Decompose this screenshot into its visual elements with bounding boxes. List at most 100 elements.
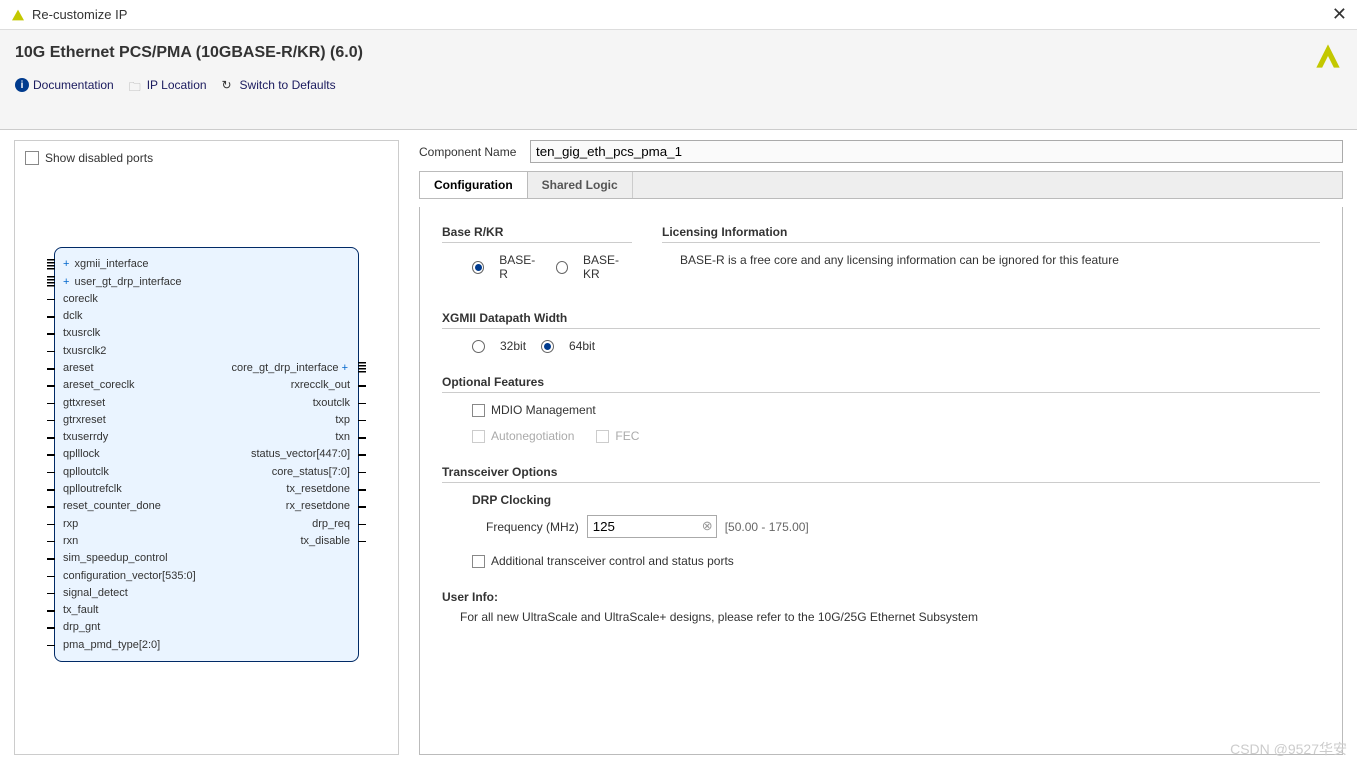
port-row: txusrclk2 bbox=[63, 342, 350, 359]
switch-defaults-link[interactable]: ↻ Switch to Defaults bbox=[222, 78, 336, 92]
port-left: gttxreset bbox=[63, 397, 105, 409]
add-transceiver-label: Additional transceiver control and statu… bbox=[491, 554, 734, 568]
radio-base-kr-label: BASE-KR bbox=[583, 253, 632, 281]
port-row: gtrxreset txp bbox=[63, 411, 350, 428]
drp-clocking-label: DRP Clocking bbox=[472, 493, 1320, 507]
license-text: BASE-R is a free core and any licensing … bbox=[662, 253, 1320, 267]
autoneg-label: Autonegotiation bbox=[491, 429, 574, 443]
port-left: areset_coreclk bbox=[63, 379, 135, 391]
refresh-icon: ↻ bbox=[222, 78, 236, 92]
port-left: rxn bbox=[63, 535, 78, 547]
folder-icon: 🗀 bbox=[129, 78, 143, 92]
documentation-link[interactable]: i Documentation bbox=[15, 78, 114, 92]
info-icon: i bbox=[15, 78, 29, 92]
transceiver-title: Transceiver Options bbox=[442, 465, 1320, 483]
radio-base-r[interactable] bbox=[472, 261, 484, 274]
port-row: txusrclk bbox=[63, 325, 350, 342]
close-button[interactable]: ✕ bbox=[1332, 4, 1347, 25]
port-row: sim_speedup_control bbox=[63, 550, 350, 567]
block-diagram: + xgmii_interface + user_gt_drp_interface… bbox=[25, 165, 388, 744]
port-row: tx_fault bbox=[63, 602, 350, 619]
right-panel: Component Name Configuration Shared Logi… bbox=[419, 140, 1343, 755]
show-disabled-label: Show disabled ports bbox=[45, 151, 153, 165]
port-row: reset_counter_done rx_resetdone bbox=[63, 498, 350, 515]
port-right: core_status[7:0] bbox=[272, 466, 350, 478]
license-title: Licensing Information bbox=[662, 225, 1320, 243]
add-transceiver-checkbox[interactable] bbox=[472, 555, 485, 568]
port-left: qplllock bbox=[63, 448, 100, 460]
port-row: drp_gnt bbox=[63, 619, 350, 636]
port-left: qplloutclk bbox=[63, 466, 109, 478]
freq-input[interactable] bbox=[587, 515, 717, 538]
port-right: core_gt_drp_interface + bbox=[231, 362, 350, 374]
app-logo-icon bbox=[10, 7, 26, 23]
radio-base-r-label: BASE-R bbox=[499, 253, 541, 281]
toolbar: i Documentation 🗀 IP Location ↻ Switch t… bbox=[15, 78, 1342, 92]
port-left: txuserrdy bbox=[63, 431, 108, 443]
mdio-checkbox[interactable] bbox=[472, 404, 485, 417]
component-name-input[interactable] bbox=[530, 140, 1343, 163]
radio-32bit-label: 32bit bbox=[500, 339, 526, 353]
port-left: txusrclk2 bbox=[63, 345, 106, 357]
port-left: coreclk bbox=[63, 293, 98, 305]
radio-64bit-label: 64bit bbox=[569, 339, 595, 353]
optional-title: Optional Features bbox=[442, 375, 1320, 393]
show-disabled-checkbox-row: Show disabled ports bbox=[25, 151, 388, 165]
radio-base-kr[interactable] bbox=[556, 261, 568, 274]
port-row: qplloutclk core_status[7:0] bbox=[63, 463, 350, 480]
base-title: Base R/KR bbox=[442, 225, 632, 243]
port-row: gttxreset txoutclk bbox=[63, 394, 350, 411]
fec-label: FEC bbox=[615, 429, 639, 443]
port-left: qplloutrefclk bbox=[63, 483, 122, 495]
port-left: configuration_vector[535:0] bbox=[63, 570, 196, 582]
main-body: Show disabled ports + xgmii_interface + u… bbox=[0, 130, 1357, 765]
component-name-label: Component Name bbox=[419, 145, 524, 159]
port-row: dclk bbox=[63, 307, 350, 324]
window-title: Re-customize IP bbox=[32, 7, 127, 22]
port-right: txoutclk bbox=[313, 397, 350, 409]
ip-block: + xgmii_interface + user_gt_drp_interface… bbox=[54, 247, 359, 663]
ip-title: 10G Ethernet PCS/PMA (10GBASE-R/KR) (6.0… bbox=[15, 44, 1342, 62]
port-left: tx_fault bbox=[63, 604, 98, 616]
switch-defaults-label: Switch to Defaults bbox=[240, 78, 336, 92]
port-row: configuration_vector[535:0] bbox=[63, 567, 350, 584]
port-right: txp bbox=[335, 414, 350, 426]
left-panel: Show disabled ports + xgmii_interface + u… bbox=[14, 140, 399, 755]
port-left: + user_gt_drp_interface bbox=[63, 276, 182, 288]
autoneg-checkbox bbox=[472, 430, 485, 443]
tab-configuration[interactable]: Configuration bbox=[420, 172, 528, 198]
port-left: dclk bbox=[63, 310, 83, 322]
port-row: + user_gt_drp_interface bbox=[63, 273, 350, 290]
port-row: coreclk bbox=[63, 290, 350, 307]
port-right: tx_resetdone bbox=[286, 483, 350, 495]
radio-32bit[interactable] bbox=[472, 340, 485, 353]
header: 10G Ethernet PCS/PMA (10GBASE-R/KR) (6.0… bbox=[0, 30, 1357, 130]
fec-checkbox bbox=[596, 430, 609, 443]
port-left: drp_gnt bbox=[63, 621, 100, 633]
width-title: XGMII Datapath Width bbox=[442, 311, 1320, 329]
documentation-label: Documentation bbox=[33, 78, 114, 92]
port-left: signal_detect bbox=[63, 587, 128, 599]
radio-64bit[interactable] bbox=[541, 340, 554, 353]
ip-location-link[interactable]: 🗀 IP Location bbox=[129, 78, 207, 92]
port-right: drp_req bbox=[312, 518, 350, 530]
port-left: sim_speedup_control bbox=[63, 552, 168, 564]
ip-location-label: IP Location bbox=[147, 78, 207, 92]
port-left: reset_counter_done bbox=[63, 500, 161, 512]
port-left: rxp bbox=[63, 518, 78, 530]
port-row: qplllock status_vector[447:0] bbox=[63, 446, 350, 463]
show-disabled-checkbox[interactable] bbox=[25, 151, 39, 165]
freq-label: Frequency (MHz) bbox=[486, 520, 579, 534]
freq-range: [50.00 - 175.00] bbox=[725, 520, 809, 534]
port-row: + xgmii_interface bbox=[63, 256, 350, 273]
port-right: tx_disable bbox=[300, 535, 350, 547]
port-right: status_vector[447:0] bbox=[251, 448, 350, 460]
port-right: rx_resetdone bbox=[286, 500, 350, 512]
user-info-title: User Info: bbox=[442, 590, 498, 604]
port-row: txuserrdytxn bbox=[63, 429, 350, 446]
config-area: Base R/KR BASE-R BASE-KR Licensing Infor… bbox=[419, 207, 1343, 755]
tab-shared-logic[interactable]: Shared Logic bbox=[528, 172, 633, 198]
mdio-label: MDIO Management bbox=[491, 403, 596, 417]
port-left: areset bbox=[63, 362, 94, 374]
port-left: gtrxreset bbox=[63, 414, 106, 426]
